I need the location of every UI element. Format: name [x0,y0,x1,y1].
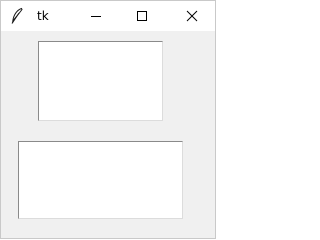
minimize-icon [90,7,102,26]
maximize-icon [136,7,148,26]
close-button[interactable] [169,1,215,31]
title-bar[interactable]: tk [1,1,215,31]
close-icon [186,7,198,26]
window-client-area [1,31,215,238]
maximize-button[interactable] [119,1,165,31]
minimize-button[interactable] [73,1,119,31]
feather-icon [9,7,25,25]
text-area-top[interactable] [38,41,163,121]
app-window: tk [0,0,216,239]
window-title: tk [37,9,49,23]
text-area-bottom[interactable] [18,141,183,219]
